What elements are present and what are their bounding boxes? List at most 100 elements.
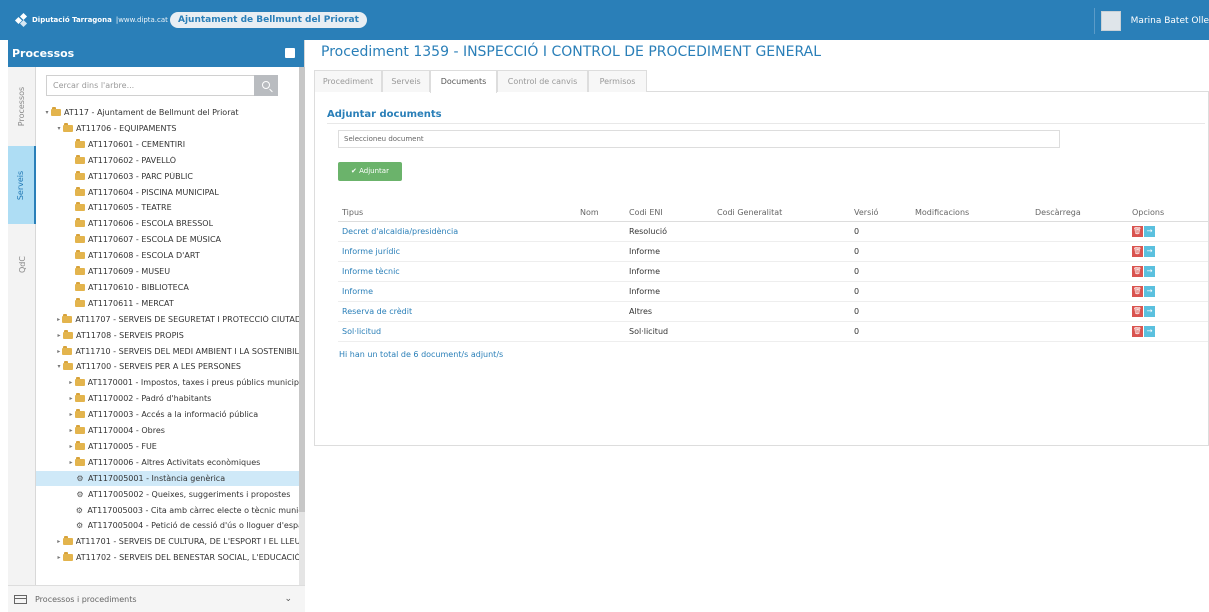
tab-procediment[interactable]: Procediment: [314, 70, 382, 92]
tree-node[interactable]: AT1170602 - PAVELLÓ: [36, 153, 299, 168]
tree-node[interactable]: ▸ AT1170004 - Obres: [36, 423, 299, 438]
brand-url[interactable]: www.dipta.cat: [118, 16, 168, 24]
tab-serveis[interactable]: Serveis: [8, 146, 36, 224]
tab-documents[interactable]: Documents: [430, 70, 497, 93]
tree-node[interactable]: ▾ AT11700 - SERVEIS PER A LES PERSONES: [36, 359, 299, 374]
collapse-arrow-icon[interactable]: ▸: [55, 348, 62, 355]
tab-permisos[interactable]: Permisos: [588, 70, 647, 92]
tree-node[interactable]: AT1170610 - BIBLIOTECA: [36, 280, 299, 295]
codi-eni: Informe: [629, 287, 661, 296]
dipta-logo[interactable]: Diputació Tarragona | www.dipta.cat: [14, 12, 168, 28]
tree-node[interactable]: ⚙ AT117005001 - Instància genèrica: [36, 470, 299, 486]
tree-node[interactable]: ⚙ AT117005004 - Petició de cessió d'ús o …: [36, 518, 299, 533]
tree-node[interactable]: AT1170611 - MERCAT: [36, 296, 299, 311]
collapse-arrow-icon[interactable]: ▸: [67, 395, 75, 402]
processes-drawer[interactable]: Processos i procediments ⌄: [8, 585, 305, 612]
tree-node[interactable]: AT1170605 - TEATRE: [36, 200, 299, 215]
tree-node[interactable]: ▸ AT11702 - SERVEIS DEL BENESTAR SOCIAL, …: [36, 550, 299, 565]
open-arrow-icon[interactable]: →: [1144, 246, 1155, 257]
document-select[interactable]: Seleccioneu document: [338, 130, 1060, 148]
document-type-link[interactable]: Informe tècnic: [342, 267, 400, 276]
tree-node[interactable]: AT1170606 - ESCOLA BRESSOL: [36, 216, 299, 231]
delete-icon[interactable]: 🗑: [1132, 286, 1143, 297]
collapse-panel-icon[interactable]: [285, 48, 295, 58]
tree-node[interactable]: ▸ AT1170001 - Impostos, taxes i preus púb…: [36, 375, 299, 390]
tree-node[interactable]: ▸ AT11707 - SERVEIS DE SEGURETAT I PROTEC…: [36, 312, 299, 327]
collapse-arrow-icon[interactable]: ▸: [55, 554, 63, 561]
folder-icon: [75, 154, 85, 164]
tree-search-input[interactable]: Cercar dins l'arbre...: [46, 75, 256, 96]
open-arrow-icon[interactable]: →: [1144, 306, 1155, 317]
tree-node[interactable]: ⚙ AT117005002 - Queixes, suggeriments i p…: [36, 487, 299, 502]
expand-arrow-icon[interactable]: ▾: [55, 363, 63, 370]
tree-node[interactable]: ▾ AT11706 - EQUIPAMENTS: [36, 121, 299, 136]
attach-button[interactable]: ✔ Adjuntar: [338, 162, 402, 181]
tree-node-label: AT11706 - EQUIPAMENTS: [76, 123, 177, 133]
tree-node-label: AT1170607 - ESCOLA DE MÚSICA: [88, 235, 222, 245]
tree-node[interactable]: ▾ AT117 - Ajuntament de Bellmunt del Prio…: [36, 105, 299, 120]
user-menu[interactable]: Marina Batet Olle: [1094, 8, 1209, 34]
tree-node-label: AT1170005 - FUE: [88, 441, 157, 451]
open-arrow-icon[interactable]: →: [1144, 326, 1155, 337]
tree-node[interactable]: AT1170603 - PARC PÚBLIC: [36, 169, 299, 184]
tree-node-label: AT1170006 - Altres Activitats econòmique…: [88, 457, 261, 467]
collapse-arrow-icon[interactable]: ▸: [55, 316, 62, 323]
document-version: 0: [854, 307, 860, 316]
folder-icon: [62, 552, 73, 562]
document-type-link[interactable]: Sol·licitud: [342, 327, 381, 336]
tree-node[interactable]: ▸ AT1170006 - Altres Activitats econòmiqu…: [36, 455, 299, 470]
expand-arrow-icon[interactable]: ▾: [55, 125, 63, 132]
delete-icon[interactable]: 🗑: [1132, 226, 1143, 237]
tree-node[interactable]: ⚙ AT117005003 - Cita amb càrrec electe o …: [36, 503, 299, 518]
document-type-link[interactable]: Informe: [342, 287, 373, 296]
search-button[interactable]: [254, 75, 278, 96]
collapse-arrow-icon[interactable]: ▸: [67, 411, 75, 418]
document-type-link[interactable]: Decret d'alcaldia/presidència: [342, 227, 458, 236]
open-arrow-icon[interactable]: →: [1144, 286, 1155, 297]
document-type-link[interactable]: Informe jurídic: [342, 247, 400, 256]
vertical-tabs: Processos Serveis QdC: [8, 67, 36, 612]
delete-icon[interactable]: 🗑: [1132, 326, 1143, 337]
expand-arrow-icon[interactable]: ▾: [43, 109, 51, 116]
column-codi-eni: Codi ENI: [629, 208, 663, 217]
tree-node[interactable]: AT1170601 - CEMENTIRI: [36, 137, 299, 152]
open-arrow-icon[interactable]: →: [1144, 266, 1155, 277]
collapse-arrow-icon[interactable]: ▸: [55, 332, 63, 339]
tree-node-label: AT1170002 - Padró d'habitants: [88, 394, 212, 404]
collapse-arrow-icon[interactable]: ▸: [67, 427, 75, 434]
collapse-arrow-icon[interactable]: ▸: [67, 379, 75, 386]
folder-icon: [75, 266, 85, 275]
folder-icon: [75, 138, 85, 148]
tree-node[interactable]: ▸ AT11701 - SERVEIS DE CULTURA, DE L'ESPO…: [36, 534, 299, 549]
tree-node[interactable]: AT1170608 - ESCOLA D'ART: [36, 248, 299, 263]
chevron-down-icon[interactable]: ⌄: [284, 594, 292, 604]
tab-control-de-canvis[interactable]: Control de canvis: [497, 70, 588, 92]
tab-serveis[interactable]: Serveis: [382, 70, 430, 92]
collapse-arrow-icon[interactable]: ▸: [67, 459, 75, 466]
tree-node[interactable]: AT1170604 - PISCINA MUNICIPAL: [36, 185, 299, 200]
document-version: 0: [854, 287, 860, 296]
tree-node[interactable]: AT1170607 - ESCOLA DE MÚSICA: [36, 232, 299, 247]
delete-icon[interactable]: 🗑: [1132, 266, 1143, 277]
tree-node[interactable]: AT1170609 - MUSEU: [36, 264, 299, 279]
tree-node[interactable]: ▸ AT1170005 - FUE: [36, 439, 299, 454]
document-type-link[interactable]: Reserva de crèdit: [342, 307, 412, 316]
delete-icon[interactable]: 🗑: [1132, 246, 1143, 257]
tree-node[interactable]: ▸ AT1170003 - Accés a la informació públi…: [36, 407, 299, 422]
collapse-arrow-icon[interactable]: ▸: [67, 443, 75, 450]
column-opcions: Opcions: [1132, 208, 1165, 217]
tree-node[interactable]: ▸ AT11710 - SERVEIS DEL MEDI AMBIENT I LA…: [36, 344, 299, 359]
tree-node[interactable]: ▸ AT11708 - SERVEIS PROPIS: [36, 328, 299, 343]
tab-qdc[interactable]: QdC: [8, 225, 36, 303]
folder-icon: [75, 440, 85, 450]
tab-processos[interactable]: Processos: [8, 67, 36, 145]
ajuntament-selector[interactable]: Ajuntament de Bellmunt del Priorat: [170, 12, 367, 28]
codi-eni: Altres: [629, 307, 653, 316]
folder-icon: [75, 456, 85, 466]
delete-icon[interactable]: 🗑: [1132, 306, 1143, 317]
tree-node-label: AT1170609 - MUSEU: [88, 267, 171, 276]
tree-node[interactable]: ▸ AT1170002 - Padró d'habitants: [36, 391, 299, 406]
tree-vertical-scrollbar[interactable]: [299, 67, 305, 587]
open-arrow-icon[interactable]: →: [1144, 226, 1155, 237]
collapse-arrow-icon[interactable]: ▸: [55, 538, 63, 545]
